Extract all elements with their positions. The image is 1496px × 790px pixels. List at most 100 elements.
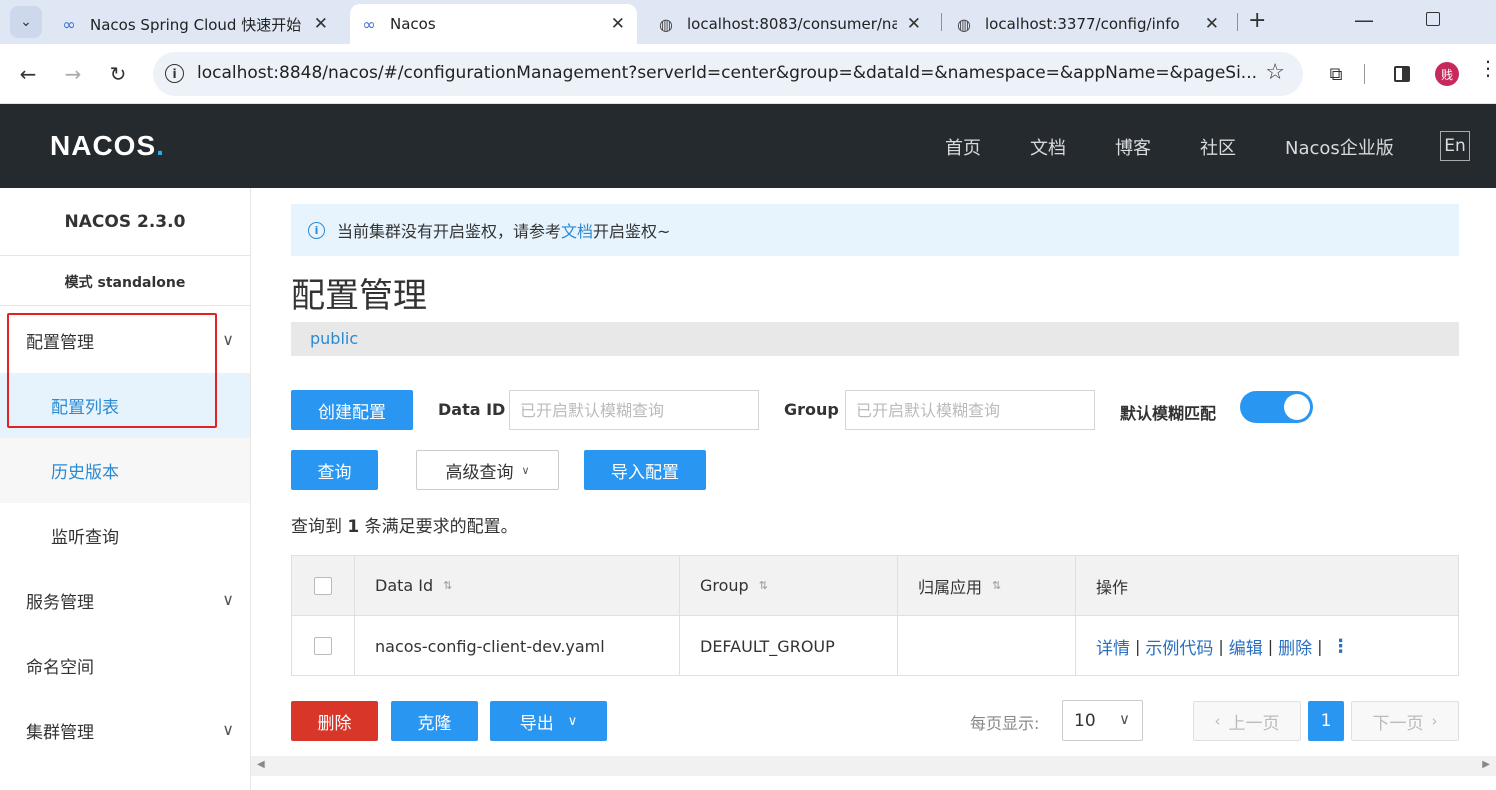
column-header-data-id[interactable]: Data Id ⇅: [355, 556, 680, 616]
sidebar-item-service-management[interactable]: 服务管理 ∨: [0, 568, 250, 633]
more-actions-icon[interactable]: ⋮: [1332, 636, 1350, 657]
create-config-button[interactable]: 创建配置: [291, 390, 413, 430]
close-icon[interactable]: ✕: [314, 14, 328, 34]
detail-link[interactable]: 详情: [1096, 634, 1130, 659]
side-panel-icon: [1394, 66, 1410, 82]
result-suffix: 条满足要求的配置。: [364, 517, 518, 537]
data-id-input[interactable]: [509, 390, 759, 430]
advanced-query-button[interactable]: 高级查询 ∨: [416, 450, 559, 490]
prev-page-label: 上一页: [1228, 713, 1280, 734]
fuzzy-match-label: 默认模糊匹配: [1120, 404, 1217, 423]
back-button[interactable]: ←: [12, 58, 44, 90]
namespace-tab-public[interactable]: public: [310, 329, 358, 348]
alert-docs-link[interactable]: 文档: [561, 218, 593, 242]
advanced-query-label: 高级查询: [445, 462, 514, 483]
import-config-button[interactable]: 导入配置: [584, 450, 706, 490]
tab-title: localhost:8083/consumer/na: [687, 15, 897, 33]
query-button[interactable]: 查询: [291, 450, 378, 490]
site-info-icon[interactable]: i: [165, 64, 184, 83]
sort-icon[interactable]: ⇅: [992, 579, 1001, 592]
nacos-infinity-icon: ∞: [362, 14, 376, 34]
browser-tab-2[interactable]: ∞ Nacos ✕: [350, 4, 637, 44]
tab-title: Nacos: [390, 15, 436, 33]
cell-group: DEFAULT_GROUP: [680, 616, 898, 676]
page-1-button[interactable]: 1: [1308, 701, 1344, 741]
result-count: 1: [347, 517, 360, 537]
delete-button[interactable]: 删除: [291, 701, 378, 741]
export-button[interactable]: 导出 ∨: [490, 701, 607, 741]
column-header-app[interactable]: 归属应用 ⇅: [898, 556, 1076, 616]
side-panel-button[interactable]: [1386, 58, 1418, 90]
chevron-down-icon: ∨: [567, 713, 578, 729]
sidebar-item-config-management[interactable]: 配置管理 ∨: [0, 308, 250, 373]
toggle-knob: [1284, 394, 1310, 420]
scroll-right-icon[interactable]: ▶: [1482, 759, 1490, 770]
browser-toolbar: ← → ↻ i localhost:8848/nacos/#/configura…: [0, 44, 1496, 104]
row-checkbox[interactable]: [314, 637, 332, 655]
namespace-bar: public: [291, 322, 1459, 356]
more-menu-icon[interactable]: ⋮: [1478, 58, 1496, 78]
close-icon[interactable]: ✕: [907, 14, 921, 34]
profile-avatar[interactable]: 贱: [1435, 62, 1459, 86]
reload-button[interactable]: ↻: [102, 58, 134, 90]
clone-button[interactable]: 克隆: [391, 701, 478, 741]
browser-tab-4[interactable]: ◍ localhost:3377/config/info ✕: [953, 4, 1231, 44]
config-table: Data Id ⇅ Group ⇅ 归属应用 ⇅ 操作 nacos-config…: [291, 555, 1459, 676]
nav-docs[interactable]: 文档: [1030, 134, 1066, 160]
divider: [0, 305, 250, 306]
sort-icon[interactable]: ⇅: [759, 579, 768, 592]
scroll-left-icon[interactable]: ◀: [257, 759, 265, 770]
sidebar: NACOS 2.3.0 模式 standalone 配置管理 ∨ 配置列表 历史…: [0, 188, 251, 790]
sidebar-item-cluster-management[interactable]: 集群管理 ∨: [0, 698, 250, 763]
prev-page-button[interactable]: ‹ 上一页: [1193, 701, 1301, 741]
app-header: NACOS. 首页 文档 博客 社区 Nacos企业版 En: [0, 104, 1496, 188]
mode-label: 模式 standalone: [64, 275, 186, 291]
column-header-group[interactable]: Group ⇅: [680, 556, 898, 616]
nav-home[interactable]: 首页: [945, 134, 981, 160]
sidebar-item-config-list[interactable]: 配置列表: [0, 373, 250, 438]
nav-community[interactable]: 社区: [1200, 134, 1236, 160]
per-page-value: 10: [1074, 710, 1096, 731]
close-icon[interactable]: ✕: [611, 14, 625, 34]
info-icon: i: [308, 221, 325, 239]
tab-search-button[interactable]: ⌄: [10, 6, 42, 38]
nacos-logo[interactable]: NACOS.: [50, 130, 165, 162]
sidebar-item-label: 服务管理: [26, 593, 94, 613]
new-tab-button[interactable]: +: [1248, 8, 1266, 33]
nav-enterprise[interactable]: Nacos企业版: [1285, 134, 1394, 160]
forward-button[interactable]: →: [57, 58, 89, 90]
delete-link[interactable]: 删除: [1278, 634, 1312, 659]
sample-code-link[interactable]: 示例代码: [1145, 634, 1213, 659]
edit-link[interactable]: 编辑: [1229, 634, 1263, 659]
arrow-left-icon: ←: [19, 62, 37, 86]
fuzzy-match-toggle[interactable]: [1240, 391, 1313, 423]
per-page-select[interactable]: 10 ∨: [1062, 700, 1143, 741]
maximize-button[interactable]: [1426, 12, 1440, 26]
bookmark-star-icon[interactable]: ☆: [1265, 60, 1285, 85]
sidebar-item-namespace[interactable]: 命名空间: [0, 633, 250, 698]
address-bar[interactable]: i localhost:8848/nacos/#/configurationMa…: [153, 52, 1303, 96]
language-toggle-button[interactable]: En: [1440, 131, 1470, 161]
page-title: 配置管理: [291, 276, 427, 316]
sidebar-item-label: 集群管理: [26, 723, 94, 743]
browser-tab-3[interactable]: ◍ localhost:8083/consumer/na ✕: [655, 4, 933, 44]
sidebar-item-listener-query[interactable]: 监听查询: [0, 503, 250, 568]
minimize-button[interactable]: —: [1354, 8, 1374, 32]
close-icon[interactable]: ✕: [1205, 14, 1219, 34]
sidebar-item-history[interactable]: 历史版本: [0, 438, 250, 503]
horizontal-scrollbar[interactable]: ◀ ▶: [251, 756, 1496, 776]
alert-suffix: 开启鉴权~: [593, 222, 671, 241]
select-all-checkbox[interactable]: [314, 576, 332, 595]
extensions-button[interactable]: ⧉: [1320, 58, 1352, 90]
sidebar-item-label: 命名空间: [26, 658, 94, 678]
browser-tab-1[interactable]: ∞ Nacos Spring Cloud 快速开始 ✕: [58, 4, 340, 44]
chevron-down-icon: ∨: [222, 330, 234, 349]
nacos-infinity-icon: ∞: [62, 14, 76, 34]
next-page-button[interactable]: 下一页 ›: [1351, 701, 1459, 741]
cell-app: [898, 616, 1076, 676]
cell-data-id: nacos-config-client-dev.yaml: [355, 616, 680, 676]
group-input[interactable]: [845, 390, 1095, 430]
logo-text: NACOS: [50, 130, 157, 161]
sort-icon[interactable]: ⇅: [443, 579, 452, 592]
nav-blog[interactable]: 博客: [1115, 134, 1151, 160]
